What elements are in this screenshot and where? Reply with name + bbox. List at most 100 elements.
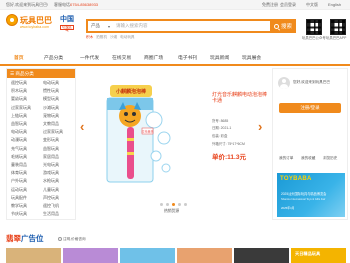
nav-item-home[interactable]: 首页 bbox=[14, 56, 24, 62]
register-link[interactable]: 免费注册 bbox=[262, 3, 278, 7]
english-version-link[interactable]: English bbox=[328, 3, 341, 7]
spec-line: 日期: 2021-1 bbox=[212, 126, 232, 130]
sidebar-category-item[interactable]: 惯性玩具 bbox=[43, 89, 59, 93]
hot-word[interactable]: 沙滩 bbox=[110, 35, 117, 39]
site-logo[interactable]: 玩具巴巴 www.toybaba.com bbox=[6, 14, 56, 38]
search-category-select[interactable]: 产品 bbox=[91, 23, 100, 29]
product-image[interactable]: 小麒麟泡泡棒 灯光音乐 bbox=[104, 80, 174, 184]
sidebar-category-item[interactable]: 生活用品 bbox=[43, 212, 59, 216]
search-button[interactable]: 搜索 bbox=[270, 19, 296, 33]
history-link[interactable]: 浏览历史 bbox=[323, 156, 337, 161]
sidebar-category-item[interactable]: 教学玩具 bbox=[11, 204, 27, 208]
spec-value: 8685 bbox=[220, 119, 229, 123]
spec-value: 彩盒 bbox=[220, 134, 228, 138]
nav-item-fairs[interactable]: 玩具展会 bbox=[242, 56, 261, 62]
sidebar-category-item[interactable]: 家居用品 bbox=[43, 154, 59, 159]
slider-next-arrow-icon[interactable]: › bbox=[258, 120, 262, 133]
ad-section-header: 翡翠广告位 注明,价格咨询 bbox=[6, 234, 350, 246]
ad-title-b: 广告位 bbox=[21, 234, 44, 243]
hot-word[interactable]: 积木 bbox=[86, 35, 93, 39]
ad-banner[interactable] bbox=[234, 248, 289, 263]
ad-banner[interactable] bbox=[6, 248, 61, 263]
sidebar-category-item[interactable]: 光电玩具 bbox=[43, 163, 59, 167]
slider-prev-arrow-icon[interactable]: ‹ bbox=[80, 120, 84, 133]
sidebar-category-item[interactable]: 节庆玩具 bbox=[11, 212, 27, 216]
slider-dot[interactable] bbox=[166, 203, 169, 206]
hot-word[interactable]: 拍照机 bbox=[96, 35, 107, 39]
sidebar-category-item[interactable]: 益智玩具 bbox=[43, 146, 59, 151]
sidebar-category-item[interactable]: 上链玩具 bbox=[11, 113, 27, 118]
switch-region-button[interactable]: 切换区域 bbox=[60, 25, 74, 32]
ad-banner[interactable] bbox=[120, 248, 175, 263]
search-input[interactable]: 请输入搜索内容 bbox=[116, 23, 148, 29]
nav-item-dropship[interactable]: 一件代发 bbox=[80, 56, 99, 62]
sidebar-category-item[interactable]: 宠物玩具 bbox=[43, 113, 59, 118]
top-bar: 您好,欢迎来到玩具巴巴! 客服电话: 0754-85638933 免费注册 会员… bbox=[0, 0, 350, 10]
sidebar-category-item[interactable]: 游戏玩具 bbox=[43, 171, 59, 175]
sidebar-category-item[interactable]: 户外玩具 bbox=[11, 179, 27, 183]
nav-item-ebooks[interactable]: 电子书刊 bbox=[178, 56, 197, 62]
ad-title-a: 翡翠 bbox=[6, 234, 21, 243]
sidebar-category-item[interactable]: 童装用品 bbox=[11, 163, 27, 167]
wechat-qr-code bbox=[306, 19, 322, 35]
hot-search-words: 积木 拍照机 沙滩 电动玩具 bbox=[86, 35, 135, 40]
nav-item-plaza[interactable]: 商圈广场 bbox=[144, 56, 163, 62]
ad-banner[interactable]: 天日精品玩具 bbox=[291, 248, 346, 263]
sidebar-category-item[interactable]: 运动玩具 bbox=[11, 187, 27, 192]
sidebar-category-item[interactable]: 儿童玩具 bbox=[43, 187, 59, 192]
qr-label: 玩具巴巴公众号 bbox=[302, 36, 326, 40]
nav-item-categories[interactable]: 产品分类 bbox=[44, 56, 63, 62]
ad-banner-label: 天日精品玩具 bbox=[295, 251, 321, 256]
sidebar-category-item[interactable]: 模型玩具 bbox=[43, 97, 59, 101]
fair-banner[interactable]: TOYBABA 2025汕头国际玩具与精品博览会 Shantou Interna… bbox=[277, 173, 345, 217]
sidebar-category-item[interactable]: 益智玩具 bbox=[11, 122, 27, 126]
product-badge: 灯光音乐 bbox=[141, 129, 153, 134]
sidebar-category-item[interactable]: 动漫玩具 bbox=[11, 138, 27, 142]
sidebar-category-item[interactable]: 婴幼玩具 bbox=[11, 97, 27, 101]
slider-dot[interactable] bbox=[160, 203, 163, 206]
logo-mark-icon bbox=[6, 14, 18, 26]
sidebar-category-item[interactable]: 玩具配件 bbox=[11, 195, 27, 200]
fair-brand: TOYBABA bbox=[280, 176, 312, 182]
nav-item-trade[interactable]: 在线交易 bbox=[112, 56, 131, 62]
hot-word[interactable]: 电动玩具 bbox=[120, 35, 134, 39]
sidebar-category-item[interactable]: 遥控玩具 bbox=[11, 81, 27, 85]
sidebar-category-item[interactable]: 文教用品 bbox=[43, 122, 59, 126]
sidebar-category-item[interactable]: 体育玩具 bbox=[11, 171, 27, 175]
slider-dot[interactable] bbox=[184, 203, 187, 206]
nav-item-news[interactable]: 玩具新闻 bbox=[210, 56, 229, 62]
chinese-version-link[interactable]: 中文版 bbox=[306, 3, 318, 7]
sidebar-category-item[interactable]: 过家家玩具 bbox=[43, 130, 63, 134]
ad-banner[interactable] bbox=[63, 248, 118, 263]
sidebar-category-item[interactable]: 遥控飞机 bbox=[43, 204, 59, 208]
ad-note-text: 注明,价格咨询 bbox=[63, 236, 86, 241]
sidebar-category-item[interactable]: 过家家玩具 bbox=[11, 105, 31, 110]
fair-brand-b: BABA bbox=[293, 176, 312, 182]
login-link[interactable]: 会员登录 bbox=[280, 3, 296, 7]
sidebar-category-item[interactable]: 电动玩具 bbox=[11, 130, 27, 134]
register-login-button[interactable]: 注册/登录 bbox=[279, 103, 341, 113]
fair-title: 2025汕头国际玩具与精品博览会 bbox=[281, 192, 327, 196]
slider-dots bbox=[160, 203, 187, 206]
sidebar-category-item[interactable]: 沙滩玩具 bbox=[43, 105, 59, 110]
sidebar-category-item[interactable]: 充气玩具 bbox=[11, 146, 27, 151]
phone-number: 0754-85638933 bbox=[70, 2, 99, 7]
fair-date: 2025年4月 bbox=[281, 206, 295, 210]
sidebar-title: 商品分类 bbox=[15, 71, 34, 76]
ad-banner[interactable] bbox=[177, 248, 232, 263]
fair-brand-a: TOY bbox=[280, 176, 294, 182]
sidebar-category-item[interactable]: 毛绒玩具 bbox=[11, 154, 27, 159]
sidebar-category-item[interactable]: 电动玩具 bbox=[43, 81, 59, 85]
slider-dot[interactable] bbox=[172, 203, 175, 206]
sidebar-category-item[interactable]: 水枪玩具 bbox=[43, 179, 59, 183]
my-favorites-link[interactable]: 我的收藏 bbox=[301, 156, 315, 161]
product-slider: ‹ › 小麒麟泡泡棒 灯光音乐 灯光音乐麒麟电动泡泡棒卡通 货号: 8685 日… bbox=[80, 68, 270, 216]
sidebar-category-item[interactable]: 变形玩具 bbox=[43, 138, 59, 142]
spec-label: 包装 bbox=[212, 134, 219, 138]
sidebar-category-item[interactable]: 积木玩具 bbox=[11, 89, 27, 93]
sidebar-category-item[interactable]: 声控玩具 bbox=[43, 195, 59, 200]
product-title[interactable]: 灯光音乐麒麟电动泡泡棒卡通 bbox=[212, 92, 270, 105]
user-panel: 您好,欢迎来到玩具巴巴 注册/登录 我的订单 我的收藏 浏览历史 TOYBABA… bbox=[272, 68, 348, 220]
my-orders-link[interactable]: 我的订单 bbox=[279, 156, 293, 161]
slider-dot[interactable] bbox=[178, 203, 181, 206]
